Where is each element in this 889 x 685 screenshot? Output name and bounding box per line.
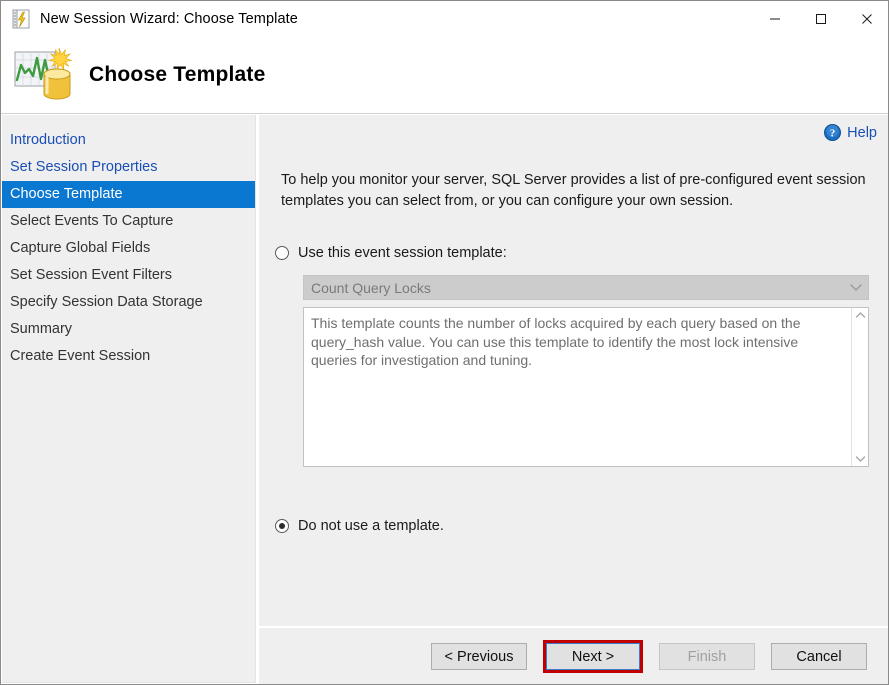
intro-description: To help you monitor your server, SQL Ser… <box>281 170 869 212</box>
page-title: Choose Template <box>89 63 265 87</box>
next-button-wrap: Next > <box>543 640 643 673</box>
sidebar-item-set-session-event-filters[interactable]: Set Session Event Filters <box>2 262 255 289</box>
cancel-button-wrap: Cancel <box>771 643 867 670</box>
sidebar-item-summary[interactable]: Summary <box>2 316 255 343</box>
no-template-radio-row[interactable]: Do not use a template. <box>275 518 444 534</box>
window-controls <box>752 1 889 37</box>
chevron-down-icon[interactable] <box>855 455 866 463</box>
sidebar-item-specify-session-data-storage[interactable]: Specify Session Data Storage <box>2 289 255 316</box>
title-bar: New Session Wizard: Choose Template <box>1 1 889 37</box>
template-description-box: This template counts the number of locks… <box>303 307 869 467</box>
svg-text:?: ? <box>830 127 836 139</box>
no-template-label: Do not use a template. <box>298 518 444 534</box>
finish-button: Finish <box>659 643 755 670</box>
use-template-radio[interactable] <box>275 246 289 260</box>
use-template-radio-row[interactable]: Use this event session template: <box>275 245 507 261</box>
help-link[interactable]: ? Help <box>824 124 877 141</box>
chevron-down-icon <box>844 283 868 292</box>
finish-button-wrap: Finish <box>659 643 755 670</box>
sidebar-item-set-session-properties[interactable]: Set Session Properties <box>2 154 255 181</box>
close-button[interactable] <box>844 1 889 37</box>
extended-events-icon <box>10 8 32 30</box>
help-circle-icon: ? <box>824 124 841 141</box>
cancel-button[interactable]: Cancel <box>771 643 867 670</box>
template-select-value: Count Query Locks <box>304 280 844 296</box>
no-template-radio[interactable] <box>275 519 289 533</box>
sidebar-item-choose-template[interactable]: Choose Template <box>2 181 255 208</box>
sidebar-item-select-events-to-capture[interactable]: Select Events To Capture <box>2 208 255 235</box>
footer-bar: < Previous Next > Finish Cancel <box>259 627 889 684</box>
window-title: New Session Wizard: Choose Template <box>40 11 298 27</box>
sidebar-item-capture-global-fields[interactable]: Capture Global Fields <box>2 235 255 262</box>
sidebar-item-introduction[interactable]: Introduction <box>2 127 255 154</box>
use-template-label: Use this event session template: <box>298 245 507 261</box>
next-button[interactable]: Next > <box>546 643 640 670</box>
performance-database-icon <box>13 46 75 104</box>
wizard-steps-sidebar: Introduction Set Session Properties Choo… <box>2 115 256 683</box>
previous-button[interactable]: < Previous <box>431 643 527 670</box>
sidebar-item-create-event-session[interactable]: Create Event Session <box>2 343 255 370</box>
help-label: Help <box>847 125 877 141</box>
wizard-banner: Choose Template <box>1 37 889 114</box>
previous-button-wrap: < Previous <box>431 643 527 670</box>
new-session-wizard-window: New Session Wizard: Choose Template <box>0 0 889 685</box>
maximize-button[interactable] <box>798 1 844 37</box>
template-select[interactable]: Count Query Locks <box>303 275 869 300</box>
wizard-button-row: < Previous Next > Finish Cancel <box>259 628 889 685</box>
description-scrollbar[interactable] <box>851 308 868 466</box>
template-description-text: This template counts the number of locks… <box>304 308 851 466</box>
chevron-up-icon[interactable] <box>855 311 866 319</box>
minimize-button[interactable] <box>752 1 798 37</box>
content-panel: ? Help To help you monitor your server, … <box>259 115 889 626</box>
